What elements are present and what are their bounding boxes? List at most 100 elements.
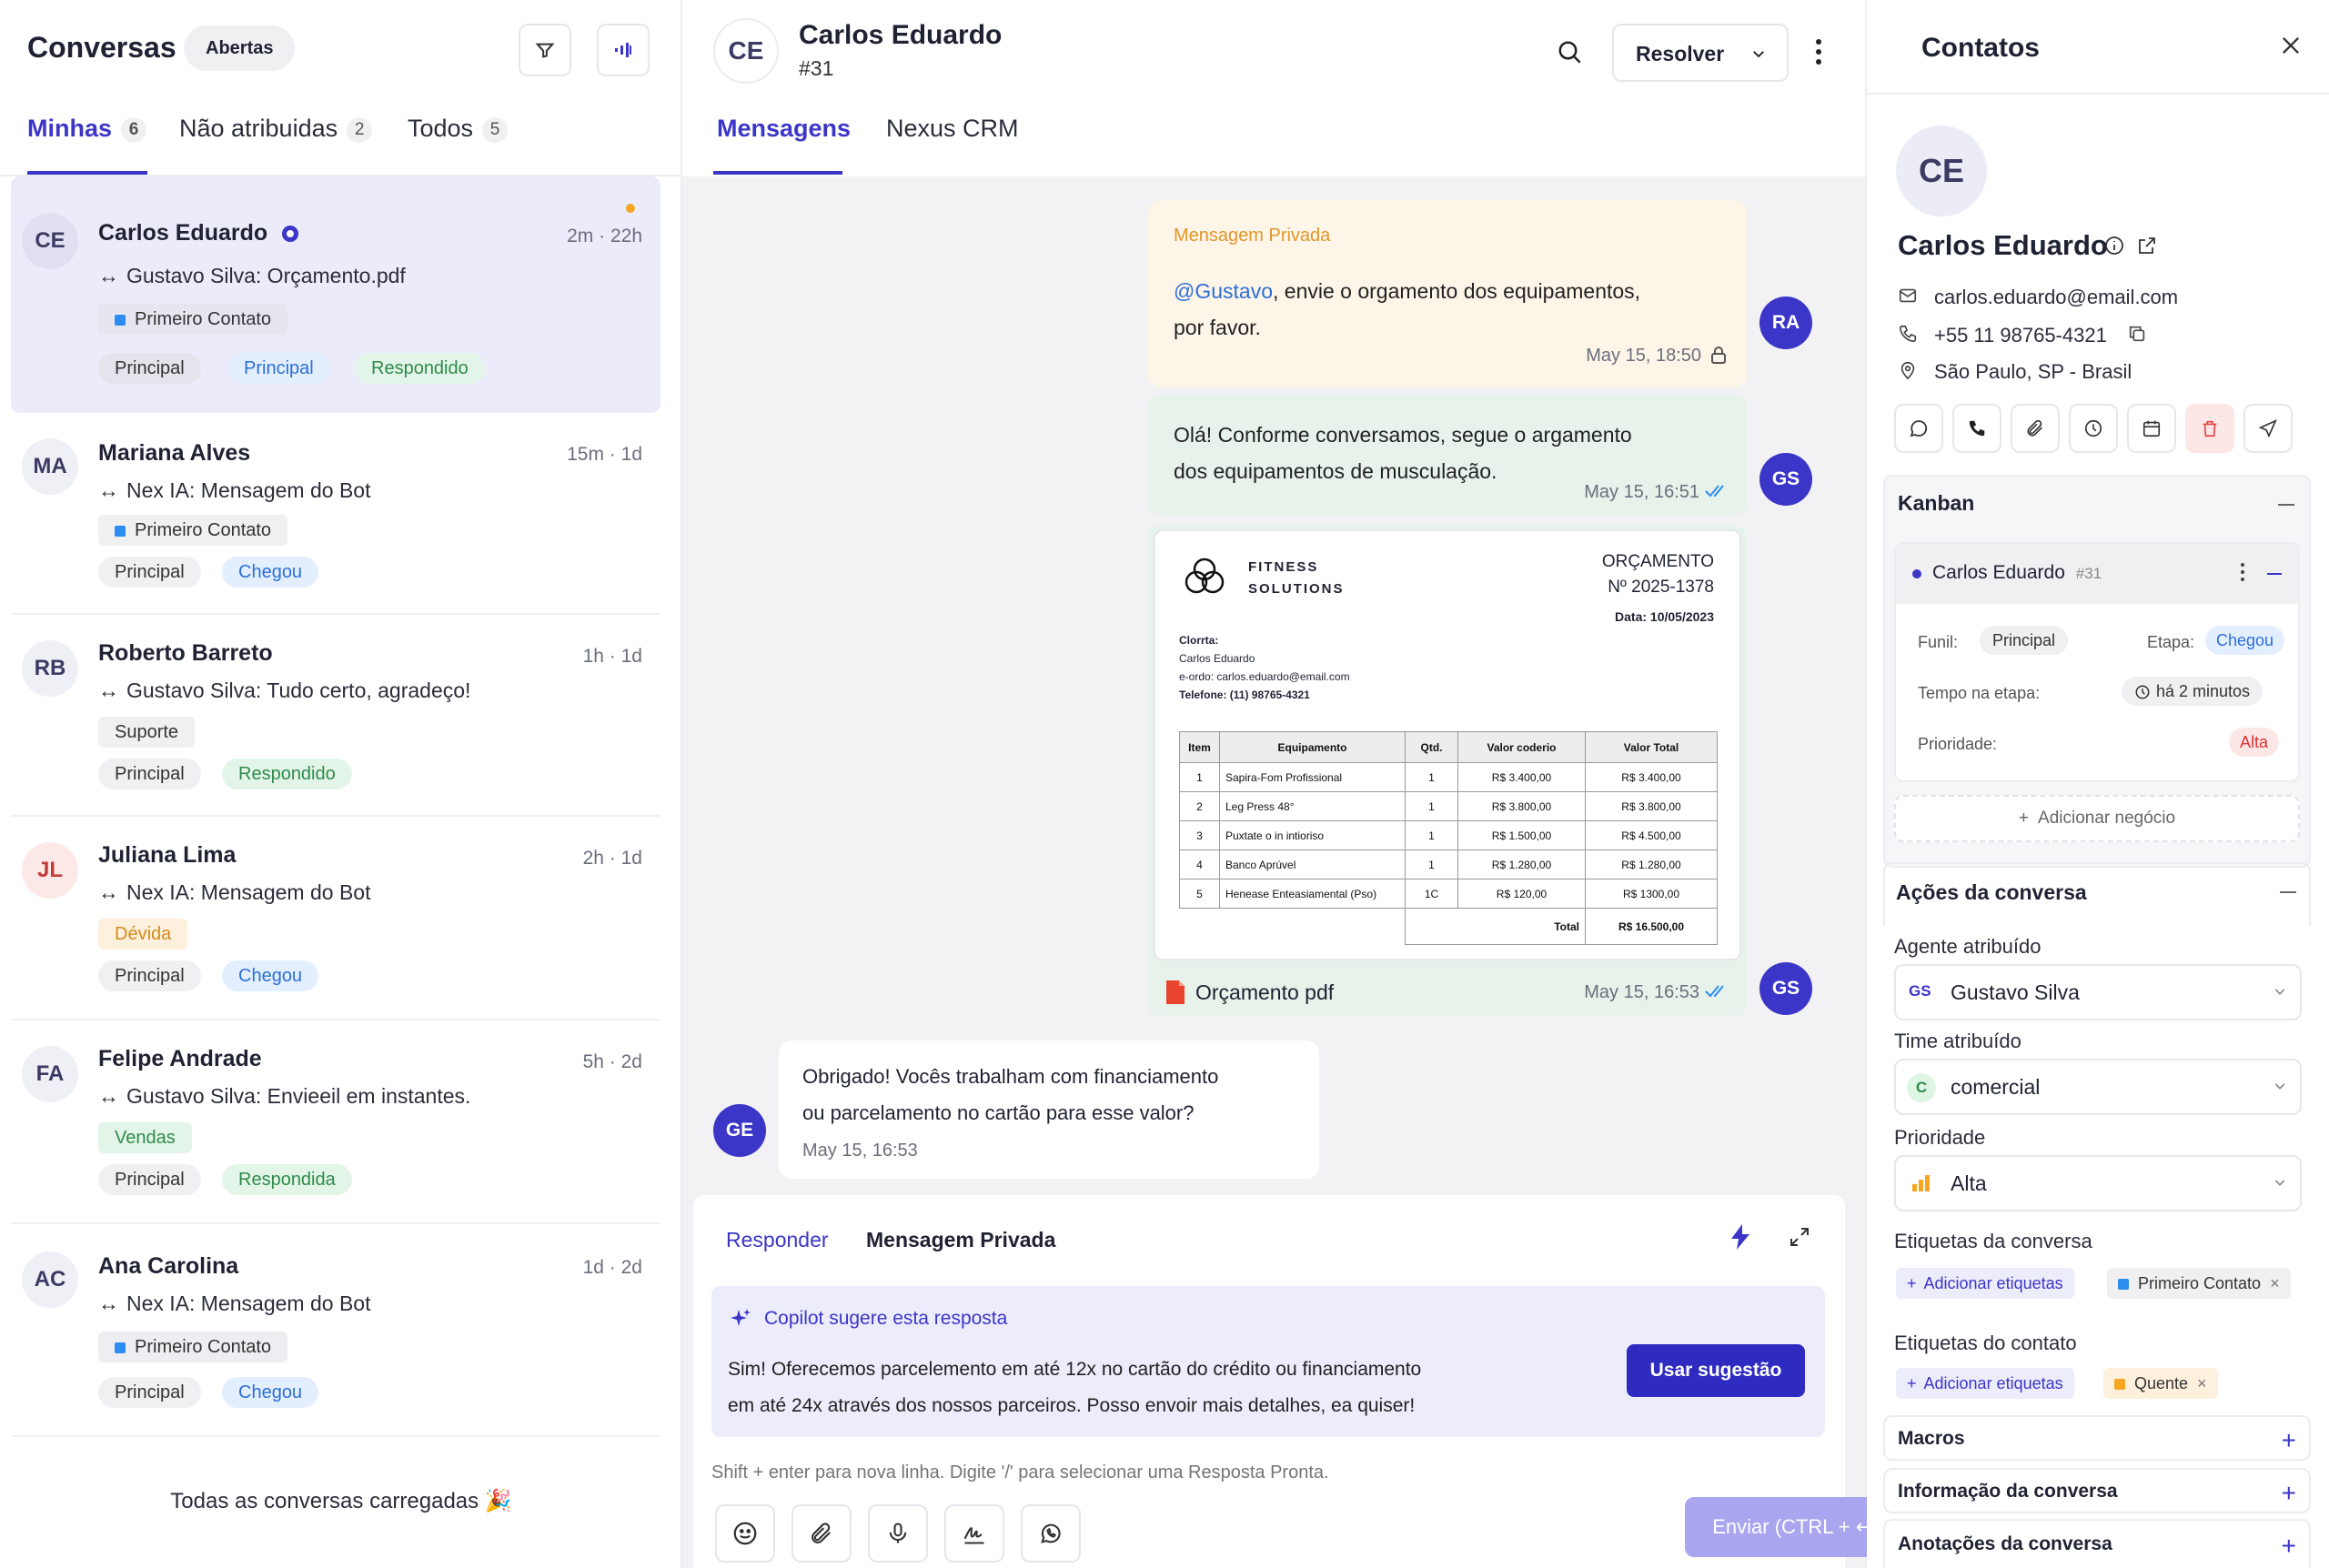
tab-mensagem-privada[interactable]: Mensagem Privada (866, 1228, 1055, 1252)
calendar-button[interactable] (2127, 404, 2176, 453)
conversation-item[interactable]: FA Felipe Andrade 5h · 2d ↔ Gustavo Silva… (11, 1031, 660, 1224)
tab-label: Todos (408, 115, 474, 142)
info-icon[interactable] (2103, 235, 2125, 256)
timestamp: 5h · 2d (582, 1051, 642, 1072)
message-input[interactable] (711, 1450, 1821, 1495)
close-icon[interactable]: × (2270, 1274, 2280, 1292)
close-icon[interactable] (2278, 33, 2304, 58)
tab-mensagens[interactable]: Mensagens (717, 115, 851, 143)
agent-select[interactable]: GS Gustavo Silva (1894, 964, 2302, 1020)
info-section[interactable]: Informação da conversa + (1883, 1468, 2311, 1513)
copy-icon[interactable] (2127, 324, 2147, 344)
mail-icon (1898, 286, 1918, 306)
tab-count: 2 (347, 116, 373, 143)
whatsapp-button[interactable] (1021, 1504, 1081, 1563)
conversation-id: #31 (799, 56, 834, 80)
tab-responder[interactable]: Responder (726, 1228, 829, 1252)
conversation-item[interactable]: JL Juliana Lima 2h · 1d ↔ Nex IA: Mensage… (11, 828, 660, 1020)
tag-text: Quente (2134, 1374, 2189, 1392)
tab-count: 6 (121, 116, 147, 143)
resolve-button[interactable]: Resolver (1612, 24, 1789, 82)
use-suggestion-button[interactable]: Usar sugestão (1627, 1344, 1805, 1397)
contact-name: Mariana Alves (98, 440, 251, 466)
conversation-item[interactable]: MA Mariana Alves 15m · 1d ↔ Nex IA: Mensa… (11, 424, 660, 615)
table-cell: 1 (1405, 849, 1458, 879)
contact-phone[interactable]: +55 11 98765-4321 (1934, 324, 2107, 347)
attach-button[interactable] (791, 1504, 852, 1563)
signature-button[interactable] (944, 1504, 1004, 1563)
plus-icon[interactable]: + (2282, 1479, 2296, 1508)
attach-action-button[interactable] (2011, 404, 2060, 453)
tag: Chegou (222, 557, 319, 588)
send-action-button[interactable] (2243, 404, 2293, 453)
invoice-preview[interactable]: FITNESS SOLUTIONS ORÇAMENTO Nº 2025-1378 … (1154, 529, 1741, 960)
agent-value: Gustavo Silva (1951, 980, 2080, 1004)
label-color (115, 314, 126, 326)
plus-icon: + (2018, 809, 2030, 828)
close-icon[interactable]: × (2197, 1374, 2207, 1392)
panel-title: Contatos (1921, 33, 2040, 63)
whatsapp-action-button[interactable] (1894, 404, 1943, 453)
card-id: #31 (2075, 565, 2102, 582)
label-chip: Primeiro Contato (98, 515, 288, 546)
tab-minhas[interactable]: Minhas 6 (27, 115, 147, 143)
history-button[interactable] (2069, 404, 2118, 453)
last-message-text: Nex IA: Mensagem do Bot (126, 880, 371, 904)
external-link-icon[interactable] (2136, 235, 2158, 256)
file-name[interactable]: Orçamento pdf (1195, 980, 1334, 1005)
phone-icon (1967, 418, 1987, 438)
emoji-button[interactable] (715, 1504, 775, 1563)
add-deal-button[interactable]: + Adicionar negócio (1894, 795, 2300, 842)
plus-icon[interactable]: + (2282, 1426, 2296, 1455)
collapse-icon[interactable] (2278, 504, 2294, 506)
last-message-text: Gustavo Silva: Envieeil em instantes. (126, 1084, 471, 1108)
contact-email[interactable]: carlos.eduardo@email.com (1934, 286, 2178, 309)
table-cell: R$ 1300,00 (1585, 879, 1718, 909)
priority-select[interactable]: Alta (1894, 1155, 2302, 1211)
lightning-icon[interactable] (1730, 1224, 1750, 1250)
tag: Principal (98, 759, 201, 789)
table-header-row: Item Equipamento Qtd. Valor coderio Valo… (1179, 731, 1718, 763)
filter-button[interactable] (519, 24, 571, 76)
collapse-icon[interactable] (2267, 573, 2282, 575)
add-conversation-tags-button[interactable]: + Adicionar etiquetas (1896, 1268, 2074, 1299)
expand-icon[interactable] (1789, 1226, 1810, 1248)
kanban-card[interactable]: Carlos Eduardo #31 Funil: Principal Etap… (1894, 542, 2300, 782)
notes-section[interactable]: Anotações da conversa + (1883, 1519, 2311, 1568)
tab-todos[interactable]: Todos 5 (408, 115, 509, 143)
collapse-icon[interactable] (2280, 891, 2296, 893)
more-options-button[interactable] (1814, 36, 1823, 67)
conversation-item[interactable]: CE Carlos Eduardo 2m · 22h ↔ Gustavo Silv… (11, 176, 660, 413)
list-footer: Todas as conversas carregadas 🎉 (170, 1489, 512, 1513)
call-button[interactable] (1952, 404, 2001, 453)
status-filter-button[interactable]: Abertas (184, 25, 296, 71)
add-contact-tags-button[interactable]: + Adicionar etiquetas (1896, 1368, 2074, 1399)
delete-button[interactable] (2185, 404, 2234, 453)
mention[interactable]: @Gustavo (1174, 279, 1273, 303)
avatar: CE (713, 18, 779, 84)
copilot-suggestion: Copilot sugere esta resposta Sim! Oferec… (711, 1286, 1825, 1437)
audio-button[interactable] (868, 1504, 928, 1563)
conversation-item[interactable]: RB Roberto Barreto 1h · 1d ↔ Gustavo Silv… (11, 626, 660, 817)
tab-nao-atribuidas[interactable]: Não atribuidas 2 (179, 115, 373, 143)
plus-icon[interactable]: + (2282, 1532, 2296, 1561)
conversation-list-panel: Conversas Abertas Minhas 6 Não atribuidas… (0, 0, 682, 1568)
macros-section[interactable]: Macros + (1883, 1415, 2311, 1461)
status-dot (1912, 569, 1921, 578)
team-select[interactable]: C comercial (1894, 1059, 2302, 1115)
filter-icon (535, 40, 555, 60)
conversation-item[interactable]: AC Ana Carolina 1d · 2d ↔ Nex IA: Mensage… (11, 1237, 660, 1437)
table-cell: R$ 1.500,00 (1457, 820, 1586, 850)
contact-panel: Contatos CE Carlos Eduardo carlos.eduard… (1867, 0, 2329, 1568)
section-title: Informação da conversa (1898, 1481, 2118, 1502)
table-cell: Henease Enteasiamental (Pso) (1219, 879, 1406, 909)
sort-button[interactable] (597, 24, 650, 76)
timestamp: May 15, 16:53 (802, 1141, 918, 1161)
more-vertical-icon[interactable] (2240, 562, 2245, 582)
tab-nexus-crm[interactable]: Nexus CRM (886, 115, 1019, 143)
pdf-file-icon (1166, 980, 1185, 1004)
table-row: 2 Leg Press 48° 1 R$ 3.800,00 R$ 3.800,00 (1179, 791, 1718, 821)
tag: Principal (98, 960, 201, 991)
chevron-down-icon (2273, 984, 2287, 999)
search-button[interactable] (1552, 35, 1588, 71)
